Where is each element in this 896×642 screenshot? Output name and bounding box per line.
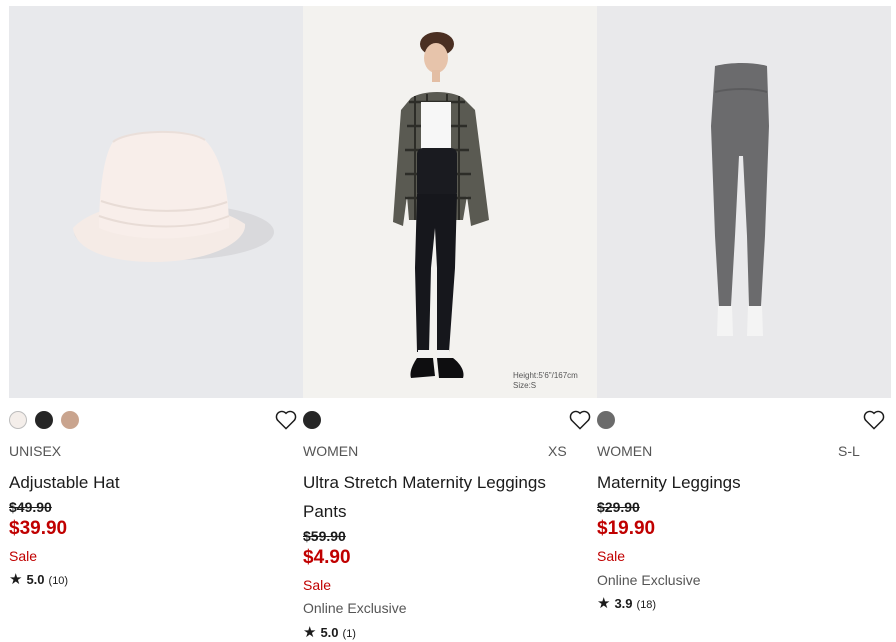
color-swatches (9, 411, 79, 429)
product-rating: ★ 5.0 (10) (9, 570, 68, 588)
product-card-ultra-stretch-maternity-leggings[interactable]: Height:5'6"/167cm Size:S WOMEN XS Ultra … (303, 0, 597, 642)
color-swatches (303, 411, 321, 429)
image-caption-size: Size:S (513, 381, 536, 390)
color-swatches (597, 411, 615, 429)
heart-outline-icon[interactable] (569, 410, 591, 430)
product-name[interactable]: Maternity Leggings (597, 468, 877, 497)
color-swatch[interactable] (303, 411, 321, 429)
rating-value: 5.0 (320, 625, 339, 640)
sale-price: $4.90 (303, 547, 351, 568)
product-image[interactable]: Height:5'6"/167cm Size:S (303, 6, 597, 398)
star-icon: ★ (303, 624, 317, 641)
review-count: (1) (342, 628, 356, 640)
product-rating: ★ 3.9 (18) (597, 594, 656, 612)
color-swatch[interactable] (35, 411, 53, 429)
color-swatch[interactable] (597, 411, 615, 429)
product-rating: ★ 5.0 (1) (303, 623, 356, 641)
product-size-range: S-L (838, 443, 860, 459)
original-price: $49.90 (9, 499, 52, 515)
rating-value: 3.9 (614, 596, 633, 611)
model-photo-illustration: Height:5'6"/167cm Size:S (393, 32, 578, 390)
product-gender: WOMEN (597, 443, 653, 459)
bucket-hat-illustration (73, 130, 274, 262)
product-size-range: XS (548, 443, 567, 459)
color-swatch[interactable] (9, 411, 27, 429)
sale-flag: Sale (303, 577, 332, 593)
product-card-adjustable-hat[interactable]: UNISEX Adjustable Hat $49.90 $39.90 Sale… (9, 0, 303, 642)
sale-flag: Sale (597, 548, 626, 564)
star-icon: ★ (597, 595, 611, 612)
online-exclusive-label: Online Exclusive (303, 600, 407, 616)
original-price: $29.90 (597, 499, 640, 515)
leggings-illustration (711, 63, 769, 336)
review-count: (10) (48, 575, 69, 587)
product-card-maternity-leggings[interactable]: WOMEN S-L Maternity Leggings $29.90 $19.… (597, 0, 891, 642)
color-swatch[interactable] (61, 411, 79, 429)
sale-price: $19.90 (597, 518, 656, 539)
product-gender: UNISEX (9, 443, 62, 459)
sale-flag: Sale (9, 548, 38, 564)
product-image[interactable] (597, 6, 891, 398)
image-caption-height: Height:5'6"/167cm (513, 371, 578, 380)
review-count: (18) (636, 599, 657, 611)
product-gender: WOMEN (303, 443, 359, 459)
product-name[interactable]: Ultra Stretch Maternity Leggings Pants (303, 468, 583, 526)
sale-price: $39.90 (9, 518, 68, 539)
product-image[interactable] (9, 6, 303, 398)
online-exclusive-label: Online Exclusive (597, 572, 701, 588)
original-price: $59.90 (303, 528, 346, 544)
star-icon: ★ (9, 571, 23, 588)
heart-outline-icon[interactable] (863, 410, 885, 430)
heart-outline-icon[interactable] (275, 410, 297, 430)
product-name[interactable]: Adjustable Hat (9, 468, 289, 497)
rating-value: 5.0 (26, 572, 45, 587)
